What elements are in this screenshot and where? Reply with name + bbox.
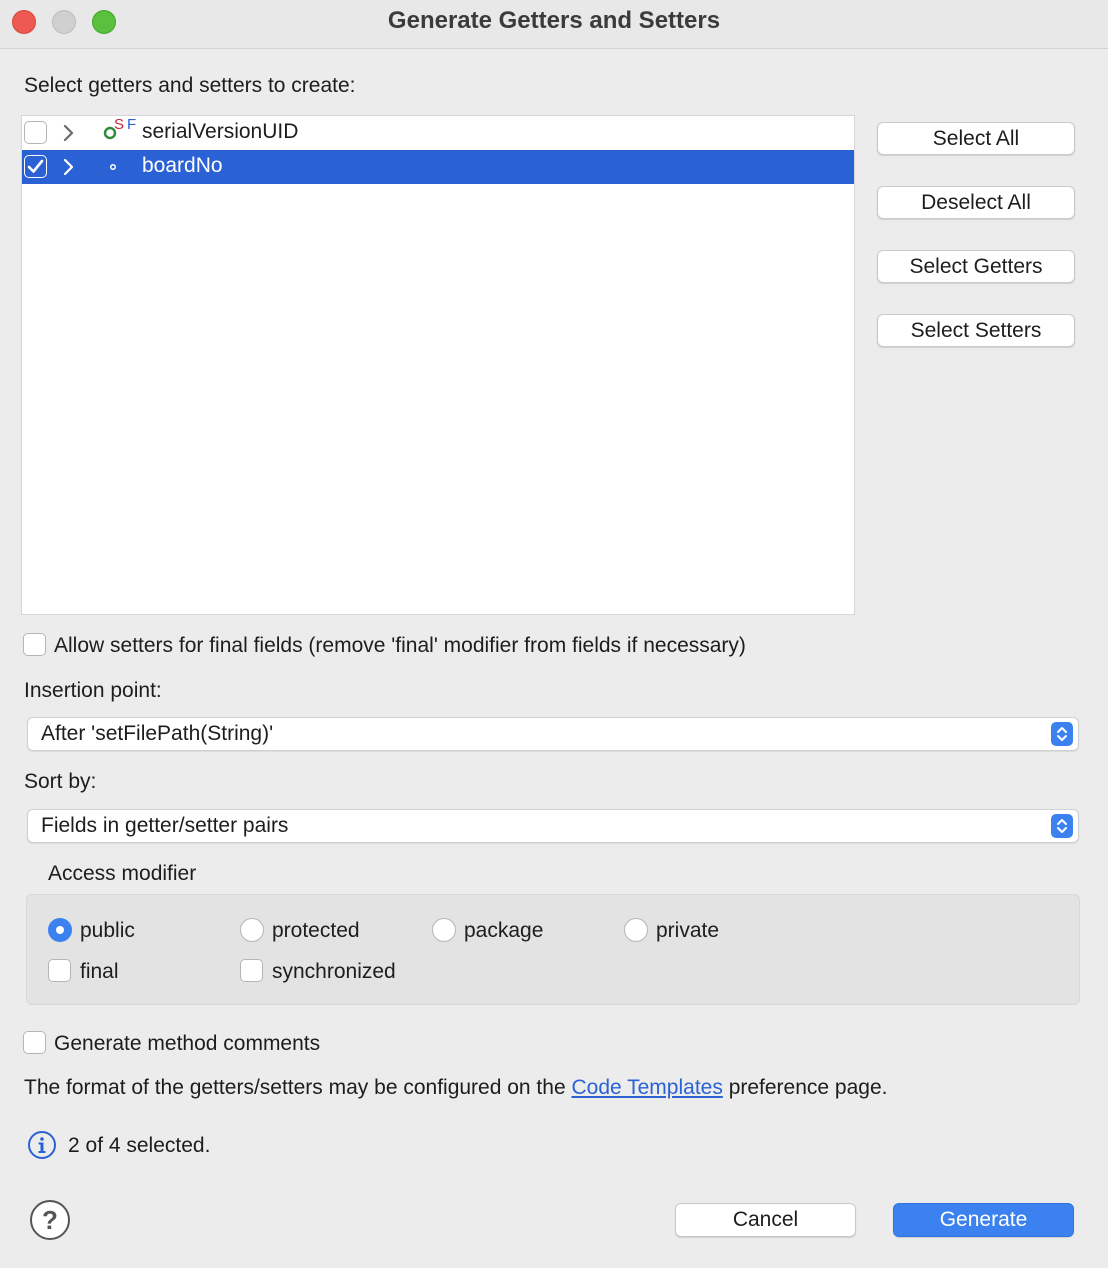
title-bar: Generate Getters and Setters — [0, 0, 1108, 49]
access-modifier-group — [26, 894, 1080, 1005]
tree-row[interactable]: boardNo — [22, 150, 854, 184]
select-all-button[interactable]: Select All — [877, 122, 1075, 155]
generate-button[interactable]: Generate — [893, 1203, 1074, 1237]
public-label: public — [80, 919, 135, 942]
select-label: Select getters and setters to create: — [24, 74, 356, 97]
svg-text:S: S — [114, 116, 124, 133]
checkmark-icon — [27, 159, 44, 173]
method-comments-checkbox[interactable] — [23, 1031, 46, 1054]
popup-stepper-icon — [1051, 722, 1073, 746]
row-checkbox[interactable] — [24, 155, 47, 178]
insertion-point-value: After 'setFilePath(String)' — [41, 722, 274, 745]
sort-by-label: Sort by: — [24, 770, 97, 793]
tree-row[interactable]: S F serialVersionUID — [22, 116, 854, 150]
chevron-right-icon[interactable] — [62, 158, 76, 176]
access-modifier-title: Access modifier — [48, 862, 197, 885]
public-radio[interactable] — [48, 918, 72, 942]
synchronized-label: synchronized — [272, 960, 396, 983]
svg-text:F: F — [127, 116, 136, 133]
row-checkbox[interactable] — [24, 121, 47, 144]
selection-status: 2 of 4 selected. — [68, 1134, 211, 1157]
field-tree[interactable]: S F serialVersionUID boardNo — [21, 115, 855, 615]
insertion-point-label: Insertion point: — [24, 679, 162, 702]
deselect-all-button[interactable]: Deselect All — [877, 186, 1075, 219]
help-icon[interactable]: ? — [29, 1199, 71, 1241]
protected-radio[interactable] — [240, 918, 264, 942]
format-prefix: The format of the getters/setters may be… — [24, 1076, 566, 1099]
private-label: private — [656, 919, 720, 942]
sort-by-select[interactable]: Fields in getter/setter pairs — [27, 809, 1079, 843]
allow-final-checkbox[interactable] — [23, 633, 46, 656]
allow-final-label: Allow setters for final fields (remove '… — [54, 634, 746, 657]
protected-label: protected — [272, 919, 360, 942]
cancel-button[interactable]: Cancel — [675, 1203, 856, 1237]
chevron-right-icon[interactable] — [62, 124, 76, 142]
synchronized-checkbox[interactable] — [240, 959, 263, 982]
insertion-point-select[interactable]: After 'setFilePath(String)' — [27, 717, 1079, 751]
info-icon — [28, 1131, 56, 1159]
code-templates-link[interactable]: Code Templates — [571, 1076, 722, 1099]
format-suffix: preference page. — [728, 1076, 888, 1099]
field-name: serialVersionUID — [142, 120, 299, 143]
private-field-icon — [110, 164, 116, 170]
field-name: boardNo — [142, 154, 223, 177]
static-final-field-icon: S F — [103, 116, 136, 140]
private-radio[interactable] — [624, 918, 648, 942]
final-checkbox[interactable] — [48, 959, 71, 982]
select-setters-button[interactable]: Select Setters — [877, 314, 1075, 347]
window-title: Generate Getters and Setters — [387, 7, 721, 34]
format-info-text: The format of the getters/setters may be… — [24, 1076, 887, 1100]
popup-stepper-icon — [1051, 814, 1073, 838]
package-radio[interactable] — [432, 918, 456, 942]
method-comments-label: Generate method comments — [54, 1032, 321, 1055]
final-label: final — [80, 960, 119, 983]
package-label: package — [464, 919, 544, 942]
svg-text:?: ? — [42, 1205, 58, 1235]
sort-by-value: Fields in getter/setter pairs — [41, 814, 289, 837]
select-getters-button[interactable]: Select Getters — [877, 250, 1075, 283]
